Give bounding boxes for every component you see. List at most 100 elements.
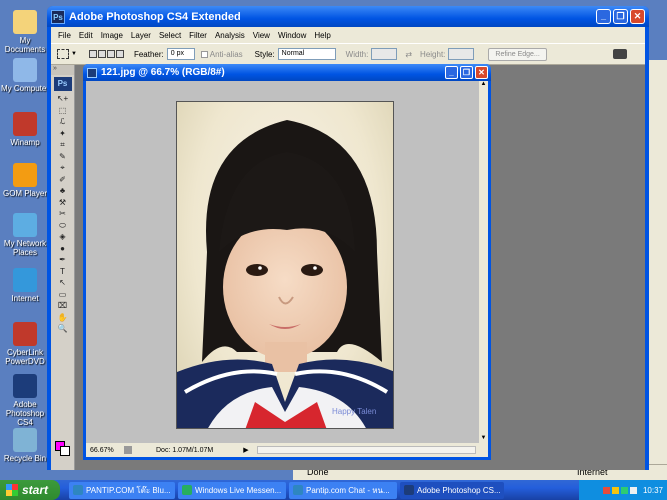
height-input[interactable] [448,48,475,60]
task-app-icon [73,485,83,495]
menu-filter[interactable]: Filter [185,31,211,40]
menu-file[interactable]: File [54,31,75,40]
scroll-up-arrow-icon[interactable]: ▲ [479,81,488,87]
desktop-icon-image [13,10,37,34]
desktop-icon[interactable]: Winamp [0,112,50,147]
background-color-swatch[interactable] [60,446,70,456]
doc-close-button[interactable]: ✕ [475,66,488,79]
tool-button[interactable]: ⬚ [54,105,72,117]
width-input[interactable] [371,48,398,60]
task-app-icon [182,485,192,495]
desktop-icon-label: CyberLink PowerDVD [5,348,45,366]
tool-button[interactable]: ↖+ [54,93,72,105]
desktop-icon[interactable]: Internet [0,268,50,303]
close-button[interactable]: ✕ [630,9,645,24]
tool-button[interactable]: ✒ [54,254,72,266]
desktop-icon[interactable]: My Documents [0,10,50,54]
style-select[interactable]: Normal [277,48,336,60]
photoshop-titlebar[interactable]: Ps Adobe Photoshop CS4 Extended [47,6,649,27]
restore-button[interactable]: ❐ [613,9,628,24]
task-app-icon [293,485,303,495]
feather-input[interactable]: 0 px [166,48,195,60]
start-button[interactable]: start [0,480,60,500]
style-label: Style: [254,49,275,59]
refine-edge-button[interactable]: Refine Edge... [488,47,547,61]
desktop-icon[interactable]: My Computer [0,58,50,93]
menu-analysis[interactable]: Analysis [211,31,249,40]
tool-button[interactable]: ✎ [54,151,72,163]
height-label: Height: [420,49,446,59]
antialias-checkbox[interactable] [200,50,208,58]
tool-button[interactable]: ✐ [54,174,72,186]
tool-button[interactable]: ⌧ [54,300,72,312]
desktop-icon[interactable]: CyberLink PowerDVD [0,322,50,366]
desktop-icon[interactable]: GOM Player [0,163,50,198]
taskbar-task[interactable]: Windows Live Messen... [178,481,286,499]
tool-button[interactable]: ◈ [54,231,72,243]
desktop-icon[interactable]: My Network Places [0,213,50,257]
document-vertical-scrollbar[interactable]: ▲ ▼ [479,81,488,443]
taskbar-task[interactable]: Adobe Photoshop CS... [400,481,504,499]
horizontal-scrollbar[interactable] [256,446,476,454]
taskbar-task[interactable]: Pantip.com Chat - หน... [289,481,397,499]
menu-layer[interactable]: Layer [127,31,155,40]
swap-icon[interactable]: ⇄ [405,50,412,59]
child-photo: Happy Talen [176,101,394,429]
tool-button[interactable]: ⌗ [54,139,72,151]
desktop-icon[interactable]: Adobe Photoshop CS4 [0,374,50,427]
document-status-bar: 66.67% Doc: 1.07M/1.07M ▶ [86,443,488,457]
tool-button[interactable]: ✦ [54,128,72,140]
menu-help[interactable]: Help [310,31,334,40]
tools-panel-collapse-icon[interactable]: » [51,65,74,75]
tools-panel: » Ps ↖+ ⬚ ℒ ✦ ⌗ ✎ ⌖ ✐ ♣ ⚒ ✂ ⬭ ◈ ● ✒ T ↖ ▭ ⌧ ✋ 🔍 [51,65,75,470]
desktop-icon-image [13,58,37,82]
desktop-icon[interactable]: Recycle Bin [0,428,50,463]
desktop-icon-label: My Computer [0,84,49,93]
task-label: Pantip.com Chat - หน... [306,485,390,495]
tray-icons[interactable] [602,486,637,494]
tool-button[interactable]: T [54,266,72,278]
desktop-icon-image [13,112,37,136]
menu-select[interactable]: Select [155,31,185,40]
task-label: PANTIP.COM โต๊ะ Blu... [86,485,171,495]
doc-restore-button[interactable]: ❐ [460,66,473,79]
tool-button[interactable]: ⬭ [54,220,72,232]
shirt-text: Happy Talen [332,407,376,416]
workspace-icon[interactable] [613,49,627,59]
ps-logo: Ps [53,77,72,91]
tool-button[interactable]: ✋ [54,312,72,324]
tool-button[interactable]: ♣ [54,185,72,197]
doc-minimize-button[interactable]: _ [445,66,458,79]
selection-mode-icons[interactable] [88,50,124,58]
clock[interactable]: 10:37 [643,486,663,495]
menu-image[interactable]: Image [97,31,127,40]
minimize-button[interactable]: _ [596,9,611,24]
desktop-icon-image [13,428,37,452]
photoshop-window: Ps Adobe Photoshop CS4 Extended _ ❐ ✕ Fi… [47,6,649,470]
menu-window[interactable]: Window [274,31,310,40]
desktop-icon-label: My Documents [4,36,46,54]
tool-button[interactable]: ⚒ [54,197,72,209]
marquee-tool-icon[interactable] [57,49,69,59]
start-label: start [22,483,49,497]
zoom-level[interactable]: 66.67% [86,447,120,454]
tool-button[interactable]: ℒ [54,116,72,128]
menu-view[interactable]: View [249,31,274,40]
desktop-icon-label: Internet [11,294,39,303]
tool-button[interactable]: ✂ [54,208,72,220]
tool-button[interactable]: ▭ [54,289,72,301]
document-canvas[interactable]: Happy Talen [86,81,482,443]
tool-dropdown-icon[interactable]: ▼ [71,51,77,57]
windows-flag-icon [6,484,18,496]
desktop-icon-image [13,163,37,187]
taskbar-task[interactable]: PANTIP.COM โต๊ะ Blu... [69,481,175,499]
tool-button[interactable]: ⌖ [54,162,72,174]
tool-button[interactable]: ● [54,243,72,255]
menu-edit[interactable]: Edit [75,31,97,40]
desktop-icon-label: Adobe Photoshop CS4 [5,400,45,427]
tool-button[interactable]: ↖ [54,277,72,289]
document-titlebar[interactable]: 121.jpg @ 66.7% (RGB/8#) [83,64,491,81]
scroll-down-arrow-icon[interactable]: ▼ [479,435,488,441]
status-menu-arrow-icon[interactable]: ▶ [243,446,248,454]
tool-button[interactable]: 🔍 [54,323,72,335]
